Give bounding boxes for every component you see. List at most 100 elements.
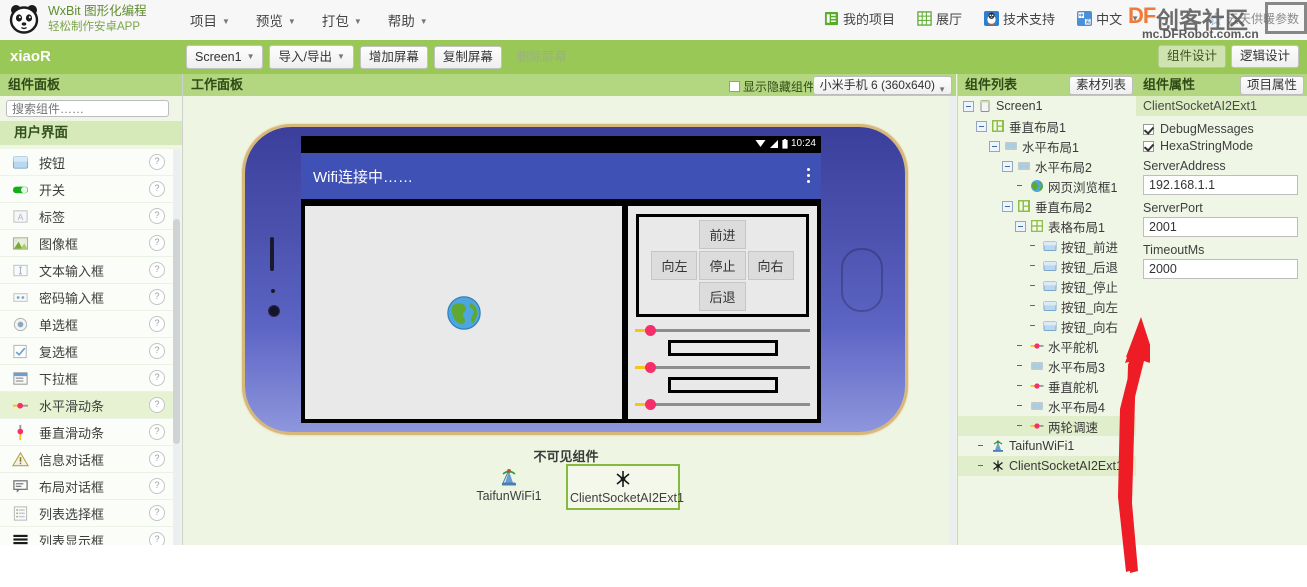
property-input-serverport[interactable] bbox=[1143, 217, 1298, 237]
help-icon[interactable]: ? bbox=[149, 316, 165, 332]
button-stop[interactable]: 停止 bbox=[699, 251, 746, 280]
component-item-listpicker[interactable]: 列表选择框 ? bbox=[0, 500, 175, 527]
help-icon[interactable]: ? bbox=[149, 451, 165, 467]
tree-node[interactable]: Screen1 bbox=[958, 96, 1136, 116]
component-item-radio[interactable]: 单选框 ? bbox=[0, 311, 175, 338]
component-item-checkbox[interactable]: 复选框 ? bbox=[0, 338, 175, 365]
button-left[interactable]: 向左 bbox=[651, 251, 698, 280]
tree-node[interactable]: 垂直布局2 bbox=[958, 196, 1136, 216]
slider-vertical-servo[interactable] bbox=[633, 362, 812, 373]
slider-speed[interactable] bbox=[633, 399, 812, 410]
tree-collapse-icon[interactable] bbox=[963, 100, 974, 112]
help-icon[interactable]: ? bbox=[149, 289, 165, 305]
tree-node[interactable]: 按钮_后退 bbox=[958, 256, 1136, 276]
help-icon[interactable]: ? bbox=[149, 370, 165, 386]
help-icon[interactable]: ? bbox=[149, 235, 165, 251]
component-group-ui[interactable]: 用户界面 bbox=[0, 121, 182, 145]
slider-horizontal-servo[interactable] bbox=[633, 325, 812, 336]
tree-collapse-icon[interactable] bbox=[1002, 200, 1013, 212]
tree-collapse-icon[interactable] bbox=[1002, 160, 1013, 172]
menu-item-package[interactable]: 打包 ▼ bbox=[322, 10, 362, 30]
tree-node[interactable]: 按钮_停止 bbox=[958, 276, 1136, 296]
tree-node[interactable]: 两轮调速 bbox=[958, 416, 1136, 436]
component-item-image[interactable]: 图像框 ? bbox=[0, 230, 175, 257]
invisible-component-taifunwifi[interactable]: TaifunWiFi1 bbox=[452, 464, 566, 506]
design-canvas[interactable]: 10:24 Wifi连接中…… 前进 向左 停止 向右 后退 不可见组件 Tai… bbox=[183, 96, 949, 545]
tab-logic-design[interactable]: 逻辑设计 bbox=[1230, 45, 1299, 68]
tree-node[interactable]: 水平布局4 bbox=[958, 396, 1136, 416]
device-size-select[interactable]: 小米手机 6 (360x640) ▼ bbox=[812, 76, 952, 95]
button-back[interactable]: 后退 bbox=[699, 282, 746, 311]
component-item-dropdown[interactable]: 下拉框 ? bbox=[0, 365, 175, 392]
tree-node[interactable]: 按钮_向右 bbox=[958, 316, 1136, 336]
component-item-hslider[interactable]: 水平滑动条 ? bbox=[0, 392, 175, 419]
search-input[interactable] bbox=[6, 100, 169, 117]
property-checkbox[interactable] bbox=[1143, 123, 1154, 135]
tab-component-design[interactable]: 组件设计 bbox=[1157, 45, 1226, 68]
favorite-link[interactable]: 云天供暖参数 bbox=[1208, 10, 1299, 27]
property-checkbox-row[interactable]: DebugMessages bbox=[1143, 122, 1300, 136]
help-icon[interactable]: ? bbox=[149, 397, 165, 413]
tree-node[interactable]: 垂直布局1 bbox=[958, 116, 1136, 136]
component-item-label[interactable]: A 标签 ? bbox=[0, 203, 175, 230]
help-icon[interactable]: ? bbox=[149, 181, 165, 197]
delete-screen-button[interactable]: 删除屏幕 bbox=[507, 45, 576, 69]
tree-node[interactable]: 按钮_前进 bbox=[958, 236, 1136, 256]
tree-node[interactable]: 水平布局3 bbox=[958, 356, 1136, 376]
component-panel-scrollbar[interactable] bbox=[173, 149, 180, 545]
tree-node[interactable]: 表格布局1 bbox=[958, 216, 1136, 236]
component-item-vslider[interactable]: 垂直滑动条 ? bbox=[0, 419, 175, 446]
component-item-messagedialog[interactable]: 信息对话框 ? bbox=[0, 446, 175, 473]
invisible-component-clientsocket[interactable]: ClientSocketAI2Ext1 bbox=[566, 464, 684, 510]
show-hidden-components-toggle[interactable]: 显示隐藏组件 bbox=[728, 78, 815, 95]
property-input-timeoutms[interactable] bbox=[1143, 259, 1298, 279]
tree-node[interactable]: ClientSocketAI2Ext1 bbox=[958, 456, 1136, 476]
button-right[interactable]: 向右 bbox=[747, 251, 794, 280]
canvas-scrollbar[interactable] bbox=[949, 96, 956, 545]
tab-project-properties[interactable]: 项目属性 bbox=[1239, 76, 1304, 95]
component-item-switch[interactable]: 开关 ? bbox=[0, 176, 175, 203]
menu-item-help[interactable]: 帮助 ▼ bbox=[388, 10, 428, 30]
tab-assets-list[interactable]: 素材列表 bbox=[1068, 76, 1133, 95]
tree-node[interactable]: 按钮_向左 bbox=[958, 296, 1136, 316]
help-icon[interactable]: ? bbox=[149, 343, 165, 359]
tree-node[interactable]: TaifunWiFi1 bbox=[958, 436, 1136, 456]
component-item-button[interactable]: 按钮 ? bbox=[0, 149, 175, 176]
language-selector[interactable]: 中 英 中文 ▼ bbox=[1077, 9, 1139, 28]
tree-node[interactable]: 网页浏览框1 bbox=[958, 176, 1136, 196]
slider-thumb[interactable] bbox=[645, 325, 656, 336]
scrollbar-thumb[interactable] bbox=[173, 219, 180, 444]
button-forward[interactable]: 前进 bbox=[699, 220, 746, 249]
screen-select-button[interactable]: Screen1 ▼ bbox=[186, 45, 264, 69]
help-icon[interactable]: ? bbox=[149, 505, 165, 521]
help-icon[interactable]: ? bbox=[149, 478, 165, 494]
tree-node[interactable]: 水平布局1 bbox=[958, 136, 1136, 156]
help-icon[interactable]: ? bbox=[149, 208, 165, 224]
overflow-menu-icon[interactable] bbox=[807, 168, 810, 186]
help-icon[interactable]: ? bbox=[149, 262, 165, 278]
tree-node[interactable]: 水平舵机 bbox=[958, 336, 1136, 356]
tech-support-link[interactable]: 技术支持 bbox=[984, 9, 1055, 28]
tree-node[interactable]: 水平布局2 bbox=[958, 156, 1136, 176]
help-icon[interactable]: ? bbox=[149, 532, 165, 545]
property-checkbox-row[interactable]: HexaStringMode bbox=[1143, 139, 1300, 153]
slider-thumb[interactable] bbox=[645, 399, 656, 410]
webview-component[interactable] bbox=[303, 204, 624, 421]
component-item-layoutdialog[interactable]: 布局对话框 ? bbox=[0, 473, 175, 500]
menu-item-project[interactable]: 项目 ▼ bbox=[190, 10, 230, 30]
show-hidden-checkbox[interactable] bbox=[728, 81, 740, 92]
component-item-password[interactable]: 密码输入框 ? bbox=[0, 284, 175, 311]
tree-node[interactable]: 垂直舵机 bbox=[958, 376, 1136, 396]
help-icon[interactable]: ? bbox=[149, 424, 165, 440]
tree-collapse-icon[interactable] bbox=[1015, 220, 1026, 232]
menu-item-preview[interactable]: 预览 ▼ bbox=[256, 10, 296, 30]
gallery-link[interactable]: 展厅 bbox=[917, 9, 962, 28]
slider-thumb[interactable] bbox=[645, 362, 656, 373]
help-icon[interactable]: ? bbox=[149, 154, 165, 170]
tree-collapse-icon[interactable] bbox=[976, 120, 987, 132]
tree-collapse-icon[interactable] bbox=[989, 140, 1000, 152]
copy-screen-button[interactable]: 复制屏幕 bbox=[433, 45, 502, 69]
import-export-button[interactable]: 导入/导出 ▼ bbox=[269, 45, 354, 69]
property-checkbox[interactable] bbox=[1143, 140, 1154, 152]
component-item-listview[interactable]: 列表显示框 ? bbox=[0, 527, 175, 545]
